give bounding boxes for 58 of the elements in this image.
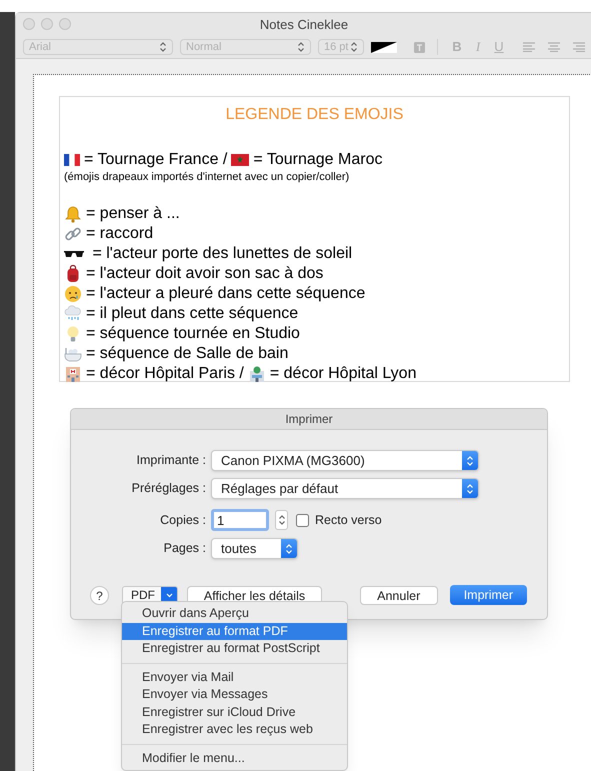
window-control-button[interactable]	[41, 18, 53, 30]
legend-text: = séquence tournée en Studio	[86, 324, 300, 344]
legend-text: = Tournage Maroc	[253, 150, 382, 170]
legend-text: = séquence de Salle de bain	[86, 344, 288, 364]
stepper-arrows-icon	[285, 542, 293, 554]
stepper-arrows-icon	[278, 514, 286, 526]
legend-text: = l'acteur porte des lunettes de soleil	[91, 244, 352, 264]
menu-item[interactable]: Envoyer via Messages	[122, 686, 347, 704]
window-control-button[interactable]	[59, 18, 71, 30]
copies-label: Copies :	[159, 512, 207, 529]
duplex-label: Recto verso	[315, 512, 382, 529]
chevron-down-icon	[166, 592, 172, 598]
moroccan-flag-icon	[231, 154, 250, 166]
pages-dropdown[interactable]: toutes	[211, 538, 298, 559]
legend-note: (émojis drapeaux importés d'internet avec un copier/coller)	[64, 170, 350, 184]
stepper-arrows-icon	[297, 41, 305, 53]
menu-item[interactable]: Enregistrer au format PDF	[122, 622, 347, 640]
french-flag-icon	[64, 154, 80, 166]
copies-stepper[interactable]	[275, 510, 288, 530]
window-title: Notes Cineklee	[260, 16, 348, 34]
legend-text: = penser à ...	[86, 204, 180, 224]
dialog-title: Imprimer	[71, 409, 547, 430]
bathtub-icon	[64, 345, 82, 363]
legend-title: LEGENDE DES EMOJIS	[224, 105, 404, 125]
stepper-arrows-icon	[350, 41, 358, 53]
rain-cloud-icon	[64, 305, 82, 323]
window-control-button[interactable]	[23, 18, 35, 30]
legend-text: = l'acteur doit avoir son sac à dos	[86, 264, 324, 284]
stepper-arrows-icon	[466, 482, 474, 494]
stepper-arrows-icon	[159, 41, 167, 53]
print-button[interactable]: Imprimer	[450, 585, 527, 605]
menu-item[interactable]: Enregistrer avec les reçus web	[122, 721, 347, 738]
menu-item[interactable]: Modifier le menu...	[122, 750, 347, 767]
legend-text: = Tournage France /	[84, 150, 228, 170]
menu-item[interactable]: Ouvrir dans Aperçu	[122, 605, 347, 622]
legend-text: = l'acteur a pleuré dans cette séquence	[86, 284, 366, 304]
duplex-checkbox[interactable]	[296, 514, 309, 526]
legend-text: = raccord	[86, 224, 154, 244]
chain-link-icon	[64, 225, 82, 243]
pages-label: Pages :	[162, 540, 207, 558]
cancel-button[interactable]: Annuler	[360, 586, 438, 604]
legend-text: = décor Hôpital Lyon	[270, 364, 416, 384]
legend-text: = décor Hôpital Paris /	[86, 364, 244, 384]
stepper-arrows-icon	[466, 454, 474, 466]
copies-field[interactable]: 1	[211, 509, 269, 531]
sunglasses-icon	[64, 249, 84, 259]
menu-item[interactable]: Enregistrer sur iCloud Drive	[122, 704, 347, 721]
legend-text: = il pleut dans cette séquence	[86, 304, 298, 324]
printer-label: Imprimante :	[136, 452, 207, 470]
hospital-building-icon	[64, 365, 82, 383]
printer-dropdown[interactable]: Canon PIXMA (MG3600)	[211, 450, 479, 471]
help-button[interactable]: ?	[90, 586, 109, 604]
menu-item[interactable]: Enregistrer au format PostScript	[122, 640, 347, 658]
presets-label: Préréglages :	[130, 480, 207, 498]
menu-item[interactable]: Envoyer via Mail	[122, 668, 347, 686]
crying-face-icon	[64, 285, 82, 303]
presets-dropdown[interactable]: Réglages par défaut	[211, 478, 479, 499]
bell-icon	[64, 205, 82, 223]
